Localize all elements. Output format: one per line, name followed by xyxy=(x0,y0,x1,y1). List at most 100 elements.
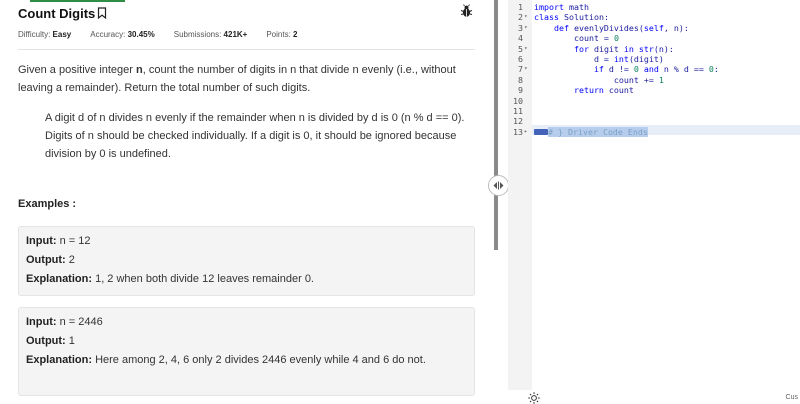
example-input: Input: n = 12 xyxy=(26,232,467,251)
output-label: Output: xyxy=(26,254,66,266)
desc-part-1: Given a positive integer xyxy=(18,64,137,76)
report-bug-icon[interactable] xyxy=(460,4,473,18)
line-number: 5 xyxy=(518,43,523,54)
resize-arrows-icon xyxy=(493,181,504,190)
problem-description: Given a positive integer n, count the nu… xyxy=(18,61,478,97)
code-text: for digit in str(n): xyxy=(534,44,674,54)
code-token: int xyxy=(613,53,629,64)
folded-code-marker[interactable] xyxy=(534,129,548,136)
accuracy: Accuracy: 30.45% xyxy=(90,30,155,39)
problem-title: Count Digits xyxy=(18,5,96,21)
code-editor[interactable]: 1 import math 2 ▾ class Solution: 3 ▾ def ev… xyxy=(508,0,800,404)
fold-toggle[interactable]: ▾ xyxy=(524,64,531,74)
output-value: 2 xyxy=(68,254,75,266)
points: Points: 2 xyxy=(266,30,297,39)
code-token: : xyxy=(713,64,719,75)
code-text: # } Driver Code Ends xyxy=(534,126,648,137)
difficulty-value: Easy xyxy=(52,30,72,39)
code-token: class xyxy=(534,12,559,23)
example-output: Output: 2 xyxy=(26,251,467,270)
code-token: import xyxy=(534,2,564,12)
example-explanation: Explanation: Here among 2, 4, 6 only 2 d… xyxy=(26,351,467,370)
note-item: A digit d of n divides n evenly if the r… xyxy=(45,112,465,124)
code-text: if d != 0 and n % d == 0: xyxy=(534,64,719,74)
code-token: Solution: xyxy=(558,12,609,23)
active-tab-indicator xyxy=(30,0,125,2)
problem-notes: A digit d of n divides n evenly if the r… xyxy=(45,109,465,163)
input-label: Input: xyxy=(26,316,57,328)
code-token: (digit) xyxy=(628,53,664,64)
editor-footer: Cus xyxy=(508,390,800,404)
fold-toggle[interactable]: ▾ xyxy=(524,23,531,33)
line-number: 2 xyxy=(518,12,523,23)
input-value: n = 2446 xyxy=(59,316,103,328)
code-token: n % d == xyxy=(658,64,709,75)
explanation-value: Here among 2, 4, 6 only 2 divides 2446 e… xyxy=(95,354,426,366)
line-number: 6 xyxy=(518,53,523,64)
submissions: Submissions: 421K+ xyxy=(174,30,248,39)
difficulty-label: Difficulty: xyxy=(18,30,51,39)
line-number: 12 xyxy=(513,116,523,127)
line-number: 10 xyxy=(513,95,523,106)
custom-input-button[interactable]: Cus xyxy=(786,394,798,401)
example-box: Input: n = 12 Output: 2 Explanation: 1, … xyxy=(18,226,475,296)
code-token: d != xyxy=(603,64,634,75)
output-label: Output: xyxy=(26,335,66,347)
output-value: 1 xyxy=(68,335,75,347)
code-text: import math xyxy=(534,2,589,12)
line-number: 8 xyxy=(518,74,523,85)
code-text: count += 1 xyxy=(534,75,664,85)
code-token: (n): xyxy=(653,43,674,54)
code-text: class Solution: xyxy=(534,12,609,22)
code-comment: # } Driver Code Ends xyxy=(548,126,648,137)
panel-resize-handle[interactable] xyxy=(488,175,509,196)
code-token: and xyxy=(643,64,659,75)
code-token: count += xyxy=(534,74,659,85)
submissions-value: 421K+ xyxy=(223,30,248,39)
code-token: def xyxy=(534,22,569,33)
code-token: if xyxy=(534,64,604,75)
examples-heading: Examples : xyxy=(18,198,77,210)
code-token: digit xyxy=(588,43,624,54)
code-token: str xyxy=(638,43,654,54)
problem-scrollbar[interactable] xyxy=(494,0,498,250)
input-label: Input: xyxy=(26,235,57,247)
line-number: 3 xyxy=(518,22,523,33)
bookmark-icon[interactable] xyxy=(97,7,107,19)
fold-toggle[interactable]: ▾ xyxy=(524,12,531,22)
line-number: 1 xyxy=(518,2,523,12)
code-token: in xyxy=(623,43,634,54)
code-token: 0 xyxy=(613,33,619,44)
fold-toggle[interactable]: ▸ xyxy=(524,127,531,137)
line-number: 11 xyxy=(513,105,523,116)
code-text: return count xyxy=(534,85,634,95)
code-token: count xyxy=(603,85,634,96)
code-text: count = 0 xyxy=(534,33,619,43)
example-explanation: Explanation: 1, 2 when both divide 12 le… xyxy=(26,270,467,289)
code-text: def evenlyDivides(self, n): xyxy=(534,23,689,33)
code-token: return xyxy=(534,85,604,96)
example-output: Output: 1 xyxy=(26,332,467,351)
code-token: for xyxy=(534,43,589,54)
code-token: count = xyxy=(534,33,614,44)
note-item: Digits of n should be checked individual… xyxy=(45,130,457,160)
title-row: Count Digits xyxy=(18,5,107,21)
problem-panel: Count Digits Difficulty: Easy Accuracy: … xyxy=(0,0,492,404)
explanation-label: Explanation: xyxy=(26,354,93,366)
code-token: d = xyxy=(534,53,614,64)
submissions-label: Submissions: xyxy=(173,30,222,39)
example-box: Input: n = 2446 Output: 1 Explanation: H… xyxy=(18,307,475,396)
code-token: math xyxy=(563,2,589,12)
points-label: Points: xyxy=(266,30,291,39)
input-value: n = 12 xyxy=(59,235,91,247)
line-number: 4 xyxy=(518,33,523,44)
code-token: 1 xyxy=(658,74,664,85)
code-token: evenlyDivides( xyxy=(568,22,644,33)
accuracy-value: 30.45% xyxy=(127,30,155,39)
explanation-value: 1, 2 when both divide 12 leaves remainde… xyxy=(95,273,314,285)
accuracy-label: Accuracy: xyxy=(90,30,126,39)
line-number: 13 xyxy=(513,126,523,137)
theme-toggle-icon[interactable] xyxy=(528,392,540,404)
fold-toggle[interactable]: ▾ xyxy=(524,44,531,54)
code-text: d = int(digit) xyxy=(534,54,664,64)
